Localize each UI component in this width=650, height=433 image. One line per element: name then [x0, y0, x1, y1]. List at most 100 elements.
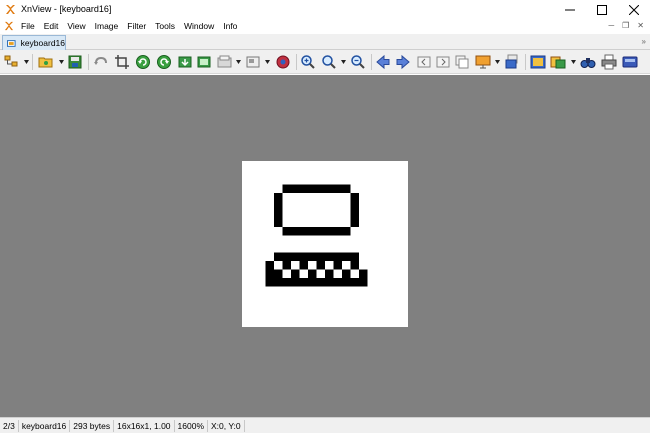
chevron-down-icon: [570, 60, 576, 64]
previous-arrow-icon: [376, 54, 390, 70]
rotate-left-icon: [136, 55, 150, 69]
presentation-icon: [475, 55, 491, 69]
menu-view[interactable]: View: [67, 21, 85, 32]
zoom-out-button[interactable]: [349, 53, 367, 71]
zoom-out-icon: [351, 55, 365, 69]
status-zoom: 1600%: [175, 419, 208, 432]
find-button[interactable]: [579, 53, 597, 71]
minimize-button[interactable]: [554, 0, 586, 19]
title-bar: XnView - [keyboard16]: [0, 0, 650, 19]
menu-image[interactable]: Image: [95, 21, 119, 32]
presentation-button[interactable]: [474, 53, 492, 71]
open-folder-icon: [38, 57, 53, 68]
resize-dropdown[interactable]: [264, 59, 270, 65]
maximize-icon: [597, 4, 607, 15]
open-dropdown[interactable]: [58, 59, 64, 65]
menu-tools[interactable]: Tools: [155, 21, 175, 32]
print-preview-dropdown[interactable]: [235, 59, 241, 65]
tab-keyboard16[interactable]: keyboard16: [2, 35, 66, 50]
chevron-down-icon: [264, 60, 270, 64]
scanner-button[interactable]: [621, 53, 639, 71]
rotate-right-button[interactable]: [155, 53, 173, 71]
tab-scroll-icon[interactable]: »: [642, 37, 646, 46]
undo-button[interactable]: [92, 53, 110, 71]
rotate-left-button[interactable]: [134, 53, 152, 71]
previous-button[interactable]: [374, 53, 392, 71]
print-preview-button[interactable]: [216, 53, 234, 71]
toolbar-separator: [296, 54, 297, 70]
fullscreen-button[interactable]: [529, 53, 547, 71]
resize-icon: [246, 56, 260, 68]
copy-button[interactable]: [453, 53, 471, 71]
status-bar: 2/3 keyboard16 293 bytes 16x16x1, 1.00 1…: [0, 417, 650, 433]
print-icon: [601, 54, 617, 70]
crop-button[interactable]: [113, 53, 131, 71]
browse-dropdown[interactable]: [23, 59, 29, 65]
convert-icon: [550, 56, 566, 69]
menu-filter[interactable]: Filter: [127, 21, 146, 32]
zoom-search-icon: [322, 55, 336, 69]
mdi-restore-icon[interactable]: ❐: [622, 21, 629, 30]
convert-button[interactable]: [549, 53, 567, 71]
next-button[interactable]: [394, 53, 412, 71]
status-index: 2/3: [0, 419, 19, 432]
chevron-down-icon: [494, 60, 500, 64]
next-arrow-icon: [396, 54, 410, 70]
chevron-down-icon: [340, 60, 346, 64]
menu-window[interactable]: Window: [184, 21, 214, 32]
image-canvas[interactable]: [0, 75, 650, 417]
maximize-button[interactable]: [586, 0, 618, 19]
crop-icon: [115, 55, 129, 69]
minimize-icon: [565, 9, 575, 10]
toolbar: [0, 50, 650, 74]
image-display[interactable]: [242, 161, 408, 327]
xnview-menu-icon[interactable]: [4, 21, 14, 31]
toolbar-separator: [32, 54, 33, 70]
rotate-right-icon: [157, 55, 171, 69]
window-title: XnView - [keyboard16]: [21, 4, 112, 14]
chevron-down-icon: [235, 60, 241, 64]
slideshow-icon: [197, 56, 211, 68]
open-folder-button[interactable]: [37, 53, 55, 71]
print-button[interactable]: [600, 53, 618, 71]
menu-file[interactable]: File: [21, 21, 35, 32]
save-button[interactable]: [66, 53, 84, 71]
zoom-in-button[interactable]: [299, 53, 317, 71]
first-page-icon: [417, 56, 431, 68]
last-page-button[interactable]: [434, 53, 452, 71]
import-button[interactable]: [176, 53, 194, 71]
zoom-button[interactable]: [320, 53, 338, 71]
duplicate-button[interactable]: [503, 53, 521, 71]
chevron-down-icon: [23, 60, 29, 64]
menu-edit[interactable]: Edit: [44, 21, 59, 32]
first-page-button[interactable]: [415, 53, 433, 71]
convert-dropdown[interactable]: [570, 59, 576, 65]
close-button[interactable]: [618, 0, 650, 19]
tab-label: keyboard16: [20, 38, 65, 48]
chevron-down-icon: [58, 60, 64, 64]
menu-info[interactable]: Info: [223, 21, 237, 32]
close-icon: [629, 4, 639, 15]
settings-button[interactable]: [274, 53, 292, 71]
xnview-app-icon: [6, 5, 15, 14]
toolbar-separator: [371, 54, 372, 70]
scanner-icon: [622, 56, 638, 68]
mdi-close-icon[interactable]: ✕: [637, 21, 644, 30]
status-filename: keyboard16: [19, 419, 71, 432]
import-icon: [178, 56, 192, 68]
zoom-dropdown[interactable]: [340, 59, 346, 65]
presentation-dropdown[interactable]: [494, 59, 500, 65]
status-filesize: 293 bytes: [70, 419, 115, 432]
image-tab-icon: [7, 39, 16, 47]
status-dimensions: 16x16x1, 1.00: [114, 419, 175, 432]
slideshow-button[interactable]: [195, 53, 213, 71]
tab-bar: keyboard16 »: [0, 34, 650, 50]
browse-tree-button[interactable]: [3, 53, 21, 71]
browse-tree-icon: [4, 55, 18, 67]
zoom-in-icon: [301, 55, 315, 69]
mdi-minimize-icon[interactable]: ─: [608, 21, 614, 30]
last-page-icon: [436, 56, 450, 68]
duplicate-icon: [505, 54, 518, 69]
resize-button[interactable]: [244, 53, 262, 71]
menu-bar: File Edit View Image Filter Tools Window…: [0, 19, 650, 34]
